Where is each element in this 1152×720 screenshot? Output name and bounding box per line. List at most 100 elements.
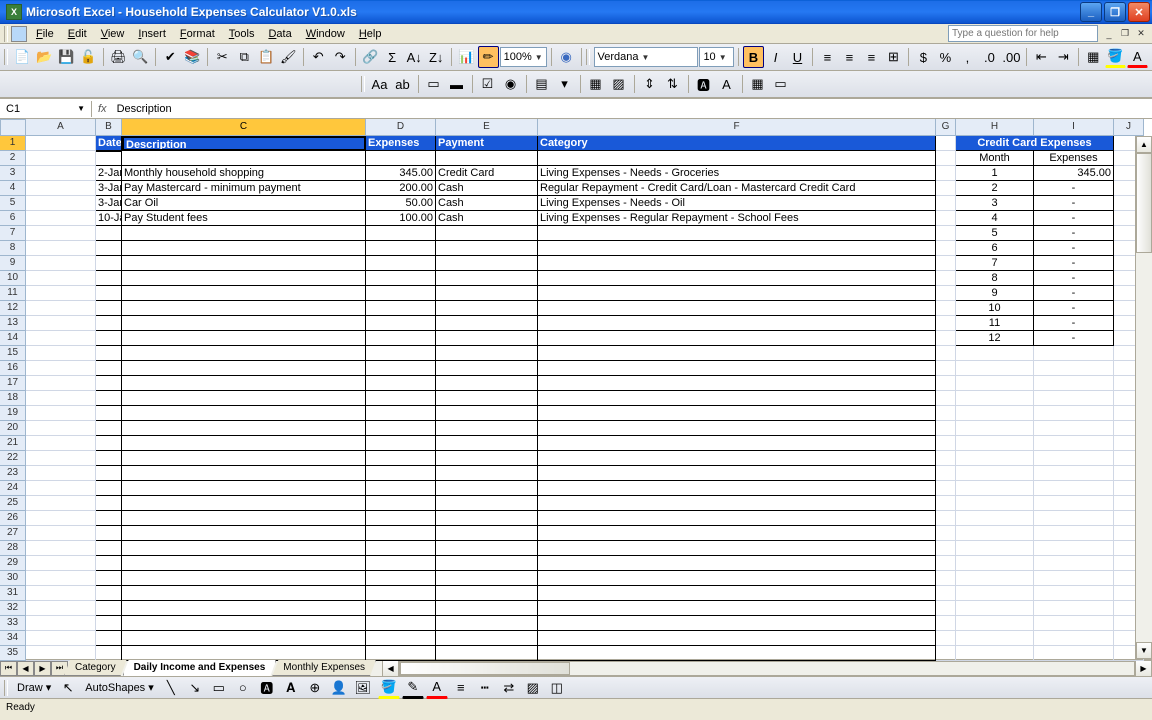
cell[interactable] [538, 586, 936, 601]
3d-icon[interactable]: ◫ [546, 677, 568, 699]
button-icon[interactable]: ▬ [446, 73, 468, 95]
cell[interactable] [436, 616, 538, 631]
cell[interactable] [26, 511, 96, 526]
cell[interactable] [936, 571, 956, 586]
row-header[interactable]: 13 [0, 316, 26, 331]
cell[interactable] [26, 286, 96, 301]
cell[interactable] [96, 406, 122, 421]
cell[interactable] [436, 376, 538, 391]
cell[interactable] [96, 541, 122, 556]
cell[interactable] [956, 346, 1034, 361]
row-header[interactable]: 24 [0, 481, 26, 496]
row-header[interactable]: 6 [0, 211, 26, 226]
close-button[interactable]: ✕ [1128, 2, 1150, 22]
cell[interactable] [96, 556, 122, 571]
cell[interactable]: Cash [436, 196, 538, 211]
cell[interactable] [26, 331, 96, 346]
cell[interactable]: Living Expenses - Needs - Oil [538, 196, 936, 211]
cell[interactable] [122, 361, 366, 376]
cell[interactable] [122, 151, 366, 166]
cell[interactable] [96, 421, 122, 436]
cell[interactable] [26, 421, 96, 436]
cell[interactable] [538, 406, 936, 421]
cell[interactable] [366, 436, 436, 451]
cell[interactable] [96, 631, 122, 646]
cell[interactable] [956, 571, 1034, 586]
cell[interactable]: Pay Mastercard - minimum payment [122, 181, 366, 196]
cell[interactable] [26, 226, 96, 241]
cell[interactable] [96, 151, 122, 166]
cell[interactable] [936, 541, 956, 556]
cell[interactable] [122, 496, 366, 511]
minimize-button[interactable]: _ [1080, 2, 1102, 22]
toggle-grid-icon[interactable]: ▦ [747, 73, 769, 95]
cell[interactable] [26, 481, 96, 496]
cell[interactable] [538, 601, 936, 616]
cell[interactable] [936, 556, 956, 571]
cell[interactable] [366, 541, 436, 556]
row-header[interactable]: 31 [0, 586, 26, 601]
cell[interactable]: Description [122, 136, 366, 151]
cell[interactable] [936, 361, 956, 376]
cell[interactable] [538, 256, 936, 271]
cell[interactable] [936, 346, 956, 361]
cell[interactable]: - [1034, 196, 1114, 211]
cell[interactable] [538, 376, 936, 391]
cell[interactable] [936, 391, 956, 406]
cell[interactable] [26, 241, 96, 256]
cell[interactable]: Pay Student fees [122, 211, 366, 226]
run-dialog-icon[interactable]: ▭ [770, 73, 792, 95]
cell[interactable] [26, 301, 96, 316]
cell[interactable] [538, 496, 936, 511]
cell[interactable] [956, 541, 1034, 556]
row-header[interactable]: 16 [0, 361, 26, 376]
cell[interactable] [956, 481, 1034, 496]
cell[interactable]: Cash [436, 181, 538, 196]
row-header[interactable]: 28 [0, 541, 26, 556]
cell[interactable] [956, 376, 1034, 391]
currency-icon[interactable]: $ [913, 46, 934, 68]
cell[interactable] [1034, 496, 1114, 511]
row-header[interactable]: 3 [0, 166, 26, 181]
cell[interactable]: 2-Jan-09 [96, 166, 122, 181]
row-header[interactable]: 4 [0, 181, 26, 196]
italic-icon[interactable]: I [765, 46, 786, 68]
research-icon[interactable]: 📚 [182, 46, 203, 68]
cell[interactable] [366, 376, 436, 391]
cell[interactable] [436, 466, 538, 481]
cell[interactable]: Payment [436, 136, 538, 151]
cell[interactable] [936, 496, 956, 511]
cell[interactable] [436, 331, 538, 346]
cell[interactable] [366, 256, 436, 271]
fill-color-icon[interactable]: 🪣 [1105, 46, 1126, 68]
sheet-tab[interactable]: Monthly Expenses [272, 660, 376, 676]
cell[interactable] [956, 466, 1034, 481]
checkbox-icon[interactable]: ☑ [477, 73, 499, 95]
cell[interactable] [96, 391, 122, 406]
cell[interactable] [26, 346, 96, 361]
cell[interactable] [936, 166, 956, 181]
cell[interactable] [1034, 466, 1114, 481]
line-color-icon[interactable]: ✎ [402, 677, 424, 699]
cell[interactable] [366, 496, 436, 511]
cell[interactable] [366, 421, 436, 436]
cell[interactable] [122, 451, 366, 466]
cell[interactable] [366, 226, 436, 241]
save-icon[interactable]: 💾 [56, 46, 77, 68]
cell[interactable] [26, 616, 96, 631]
comma-icon[interactable]: , [957, 46, 978, 68]
spelling-icon[interactable]: ✔ [160, 46, 181, 68]
cell[interactable]: Category [538, 136, 936, 151]
list-box-icon[interactable]: ▤ [531, 73, 553, 95]
cell[interactable] [122, 331, 366, 346]
cell[interactable]: Credit Card [436, 166, 538, 181]
cell[interactable] [1034, 436, 1114, 451]
option-icon[interactable]: ◉ [500, 73, 522, 95]
textbox-icon[interactable]: 🅰 [256, 677, 278, 699]
cell[interactable]: 11 [956, 316, 1034, 331]
cell[interactable] [26, 496, 96, 511]
cell[interactable] [26, 196, 96, 211]
cell[interactable] [122, 256, 366, 271]
row-header[interactable]: 15 [0, 346, 26, 361]
cell[interactable]: 345.00 [366, 166, 436, 181]
